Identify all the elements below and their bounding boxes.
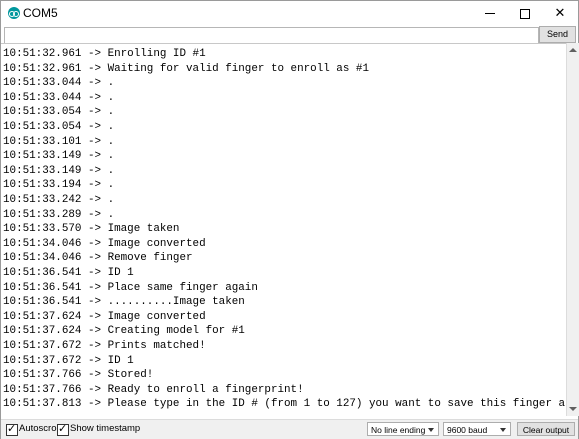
output-line: 10:51:33.044 -> . [3, 91, 115, 104]
output-line: 10:51:37.766 -> Stored! [3, 369, 154, 382]
autoscroll-label: Autoscroll [19, 423, 61, 434]
arduino-icon [8, 7, 20, 19]
maximize-icon [520, 8, 530, 19]
send-button[interactable]: Send [539, 26, 576, 43]
output-line: 10:51:32.961 -> Waiting for valid finger… [3, 62, 369, 75]
maximize-button[interactable] [508, 1, 542, 25]
close-button[interactable]: ✕ [543, 1, 577, 25]
output-line: 10:51:37.672 -> ID 1 [3, 354, 134, 367]
clear-output-button[interactable]: Clear output [517, 422, 575, 436]
output-line: 10:51:33.242 -> . [3, 194, 115, 206]
output-line: 10:51:33.289 -> . [3, 208, 115, 221]
chevron-down-icon [428, 428, 434, 432]
status-bar: Autoscroll Show timestamp No line ending… [1, 419, 578, 439]
output-line: 10:51:37.813 -> Please type in the ID # … [3, 398, 566, 411]
output-line: 10:51:36.541 -> ..........Image taken [3, 296, 245, 309]
baud-rate-select[interactable]: 9600 baud [443, 422, 511, 436]
line-ending-value: No line ending [371, 425, 426, 435]
output-line: 10:51:33.054 -> . [3, 106, 115, 119]
autoscroll-checkbox[interactable] [6, 422, 18, 436]
output-line: 10:51:33.149 -> . [3, 164, 115, 177]
output-line: 10:51:36.541 -> Place same finger again [3, 281, 258, 294]
output-line: 10:51:33.149 -> . [3, 150, 115, 163]
output-line: 10:51:37.624 -> Image converted [3, 310, 206, 323]
show-timestamp-checkbox[interactable] [57, 422, 69, 436]
line-ending-select[interactable]: No line ending [367, 422, 439, 436]
show-timestamp-label: Show timestamp [70, 423, 141, 434]
output-line: 10:51:33.194 -> . [3, 179, 115, 192]
scroll-down-icon[interactable] [569, 407, 577, 411]
window-title: COM5 [23, 6, 58, 20]
output-line: 10:51:34.046 -> Image converted [3, 237, 206, 250]
title-bar: COM5 ✕ [1, 1, 578, 25]
close-icon: ✕ [554, 5, 566, 20]
output-line: 10:51:37.766 -> Ready to enroll a finger… [3, 383, 304, 396]
output-line: 10:51:33.044 -> . [3, 77, 115, 90]
vertical-scrollbar[interactable] [566, 43, 579, 416]
serial-output: 10:51:32.961 -> Enrolling ID #1 10:51:32.… [1, 43, 566, 416]
output-line: 10:51:36.541 -> ID 1 [3, 267, 134, 279]
scroll-up-icon[interactable] [569, 48, 577, 52]
serial-monitor-window: COM5 ✕ Send 10:51:32.961 -> Enrolling ID… [0, 0, 579, 439]
chevron-down-icon [500, 428, 506, 432]
minimize-icon [485, 13, 495, 15]
baud-rate-value: 9600 baud [447, 425, 488, 435]
serial-input[interactable] [4, 27, 539, 44]
minimize-button[interactable] [473, 1, 507, 25]
output-line: 10:51:37.624 -> Creating model for #1 [3, 325, 245, 338]
output-line: 10:51:32.961 -> Enrolling ID #1 [3, 48, 206, 60]
output-line: 10:51:37.672 -> Prints matched! [3, 340, 206, 352]
send-row: Send [1, 25, 578, 44]
output-line: 10:51:33.570 -> Image taken [3, 223, 180, 236]
output-line: 10:51:33.054 -> . [3, 121, 115, 133]
output-line: 10:51:33.101 -> . [3, 135, 115, 148]
output-line: 10:51:34.046 -> Remove finger [3, 252, 193, 265]
